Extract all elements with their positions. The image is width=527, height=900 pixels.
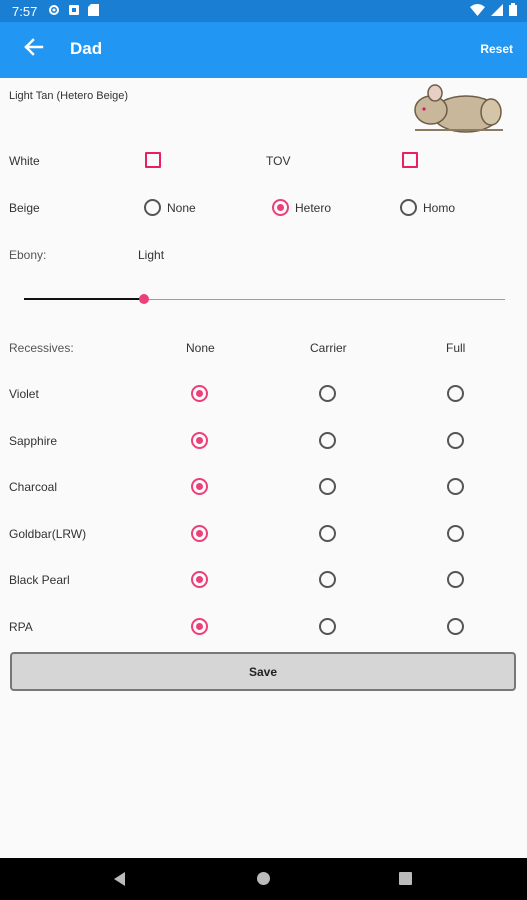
sapphire-carrier-radio[interactable] (319, 432, 336, 449)
beige-hetero-radio[interactable] (272, 199, 289, 216)
beige-homo-radio[interactable] (400, 199, 417, 216)
back-arrow-icon[interactable] (22, 36, 44, 58)
column-none-header: None (186, 341, 215, 355)
wifi-icon (470, 3, 485, 16)
white-label: White (9, 154, 40, 168)
signal-icon (491, 3, 503, 16)
sapphire-none-radio[interactable] (191, 432, 208, 449)
black-pearl-carrier-radio[interactable] (319, 571, 336, 588)
ebony-value-label: Light (138, 248, 165, 262)
black-pearl-full-radio[interactable] (447, 571, 464, 588)
violet-full-radio[interactable] (447, 385, 464, 402)
page-title: Dad (70, 39, 103, 58)
nav-back-icon[interactable] (114, 872, 125, 886)
tov-label: TOV (266, 154, 291, 168)
nav-home-icon[interactable] (257, 872, 270, 885)
recessive-row-label: Goldbar(LRW) (9, 527, 87, 541)
rpa-carrier-radio[interactable] (319, 618, 336, 635)
reset-button[interactable]: Reset (480, 42, 513, 56)
save-button[interactable]: Save (10, 652, 516, 691)
violet-none-radio[interactable] (191, 385, 208, 402)
beige-label: Beige (9, 201, 40, 215)
app-bar: Dad Reset (0, 22, 527, 78)
beige-homo-label: Homo (423, 201, 456, 215)
black-pearl-none-radio[interactable] (191, 571, 208, 588)
beige-none-label: None (167, 201, 196, 215)
ebony-label: Ebony: (9, 248, 47, 262)
charcoal-none-radio[interactable] (191, 478, 208, 495)
charcoal-full-radio[interactable] (447, 478, 464, 495)
charcoal-carrier-radio[interactable] (319, 478, 336, 495)
status-bar: 7:57 (0, 0, 527, 22)
battery-icon (509, 3, 517, 16)
tov-checkbox[interactable] (402, 152, 418, 168)
sapphire-full-radio[interactable] (447, 432, 464, 449)
ebony-slider-thumb[interactable] (139, 294, 150, 304)
recessive-row-label: Sapphire (9, 434, 58, 448)
violet-carrier-radio[interactable] (319, 385, 336, 402)
nav-recents-icon[interactable] (399, 872, 412, 885)
goldbar-full-radio[interactable] (447, 525, 464, 542)
status-system-icons (470, 3, 517, 16)
settings-icon (49, 5, 59, 15)
color-summary-label: Light Tan (Hetero Beige) (9, 90, 129, 102)
beige-hetero-label: Hetero (295, 201, 332, 215)
status-time: 7:57 (12, 4, 38, 19)
status-notification-icons (48, 4, 99, 16)
rpa-none-radio[interactable] (191, 618, 208, 635)
rpa-full-radio[interactable] (447, 618, 464, 635)
recessive-row-label: Black Pearl (9, 573, 70, 587)
column-full-header: Full (446, 341, 466, 355)
recessive-row-label: Violet (9, 387, 39, 401)
sd-card-icon (88, 4, 99, 16)
recessives-label: Recessives: (9, 341, 74, 355)
column-carrier-header: Carrier (310, 341, 347, 355)
ebony-slider-active-track (24, 298, 145, 300)
recessive-row-label: Charcoal (9, 480, 58, 494)
recessive-row-label: RPA (9, 620, 33, 634)
chinchilla-image (414, 84, 503, 133)
goldbar-carrier-radio[interactable] (319, 525, 336, 542)
beige-none-radio[interactable] (144, 199, 161, 216)
goldbar-none-radio[interactable] (191, 525, 208, 542)
white-checkbox[interactable] (145, 152, 161, 168)
notification-icon (69, 5, 79, 15)
system-nav-bar (0, 858, 527, 900)
